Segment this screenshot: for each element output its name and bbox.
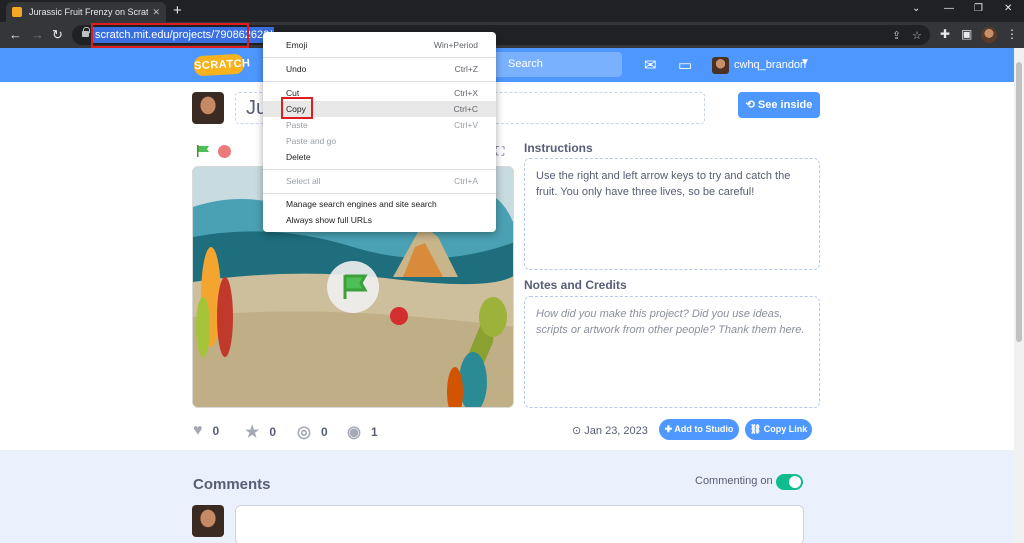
project-author-avatar[interactable] [192,92,224,124]
messages-icon[interactable]: ✉ [644,56,657,74]
menu-item-manage-search-engines[interactable]: Manage search engines and site search [263,196,496,212]
menu-separator [263,169,496,170]
menu-item-delete[interactable]: Delete [263,149,496,165]
views-stat: ◉ 1 [347,422,378,442]
menu-item-shortcut: Ctrl+X [454,88,478,98]
eye-icon: ◉ [347,424,361,441]
new-tab-icon[interactable]: + [173,2,182,19]
project-date: ⊙ Jan 23, 2023 [572,425,648,437]
menu-item-shortcut: Ctrl+V [454,120,478,130]
menu-kebab-icon[interactable]: ⋮ [1006,27,1018,41]
chevron-down-icon[interactable]: ▼ [800,57,810,68]
menu-item-label: Paste and go [286,136,337,146]
tab-title: Jurassic Fruit Frenzy on Scratch [29,7,149,17]
commenter-avatar [192,505,224,537]
url-highlight-box [91,23,249,48]
profile-avatar[interactable] [981,27,997,43]
menu-item-shortcut: Win+Period [433,40,478,50]
see-inside-label: See inside [757,99,813,111]
context-menu: Emoji Win+Period Undo Ctrl+Z Cut Ctrl+X … [263,32,496,232]
menu-item-undo[interactable]: Undo Ctrl+Z [263,61,496,77]
see-inside-button[interactable]: ⟲ See inside [738,92,820,118]
tab-strip: Jurassic Fruit Frenzy on Scratch ✕ + ⌄ —… [0,0,1024,22]
notes-textarea[interactable]: How did you make this project? Did you u… [524,296,820,408]
menu-separator [263,193,496,194]
browser-tab[interactable]: Jurassic Fruit Frenzy on Scratch ✕ [6,2,166,22]
menu-item-label: Always show full URLs [286,215,372,225]
menu-item-label: Manage search engines and site search [286,199,437,209]
username[interactable]: cwhq_brandon [734,59,806,71]
favorites-stat[interactable]: ★ 0 [245,422,276,442]
menu-item-shortcut: Ctrl+A [454,176,478,186]
views-count: 1 [370,425,378,439]
comment-input[interactable] [235,505,804,543]
menu-item-paste[interactable]: Paste Ctrl+V [263,117,496,133]
scratch-logo[interactable]: SCRATCH [193,53,251,77]
share-icon[interactable]: ⇪ [892,29,901,42]
menu-item-paste-and-go[interactable]: Paste and go [263,133,496,149]
copy-link-button[interactable]: ⛓ Copy Link [745,419,812,440]
comments-heading: Comments [193,476,271,493]
copy-link-label: Copy Link [763,424,808,434]
fullscreen-icon[interactable]: ⛶ [496,144,504,159]
scrollbar-thumb[interactable] [1016,62,1022,342]
loves-count: 0 [212,424,220,438]
close-tab-icon[interactable]: ✕ [152,7,160,18]
scratch-favicon-icon [12,7,22,17]
add-to-studio-label: Add to Studio [674,424,734,434]
forward-icon[interactable]: → [31,27,44,43]
close-window-icon[interactable]: ✕ [1004,3,1012,14]
side-panel-icon[interactable]: ▣ [961,27,972,41]
add-to-studio-button[interactable]: ✚ Add to Studio [659,419,739,440]
menu-separator [263,57,496,58]
tab-search-icon[interactable]: ⌄ [912,3,920,14]
my-stuff-folder-icon[interactable]: ▭ [678,56,692,74]
date-text: Jan 23, 2023 [584,425,648,437]
green-flag-icon[interactable] [196,145,210,157]
remixes-stat: ◎ 0 [297,422,328,442]
user-avatar[interactable] [712,57,729,74]
menu-item-show-full-urls[interactable]: Always show full URLs [263,212,496,228]
lock-icon[interactable] [82,27,90,37]
remix-spiral-icon: ◎ [297,424,311,441]
loves-stat[interactable]: ♥ 0 [193,422,219,440]
notes-heading: Notes and Credits [524,278,627,292]
menu-item-label: Undo [286,64,307,74]
menu-item-label: Emoji [286,40,308,50]
menu-item-label: Paste [286,120,308,130]
stop-icon[interactable] [218,145,231,158]
heart-icon[interactable]: ♥ [193,422,203,440]
commenting-toggle[interactable] [776,474,803,490]
star-icon[interactable]: ★ [245,422,259,442]
commenting-label: Commenting on [695,475,773,487]
instructions-heading: Instructions [524,141,593,155]
menu-item-shortcut: Ctrl+Z [454,64,478,74]
menu-item-select-all[interactable]: Select all Ctrl+A [263,173,496,189]
copy-highlight-box [281,97,313,119]
bookmark-star-icon[interactable]: ☆ [912,29,922,42]
menu-item-emoji[interactable]: Emoji Win+Period [263,37,496,53]
maximize-icon[interactable]: ❐ [974,3,983,14]
menu-item-shortcut: Ctrl+C [453,104,478,114]
extensions-icon[interactable]: ✚ [940,27,950,41]
favorites-count: 0 [269,425,277,439]
minimize-icon[interactable]: — [944,3,954,14]
back-icon[interactable]: ← [9,27,22,43]
menu-separator [263,81,496,82]
menu-item-label: Select all [286,176,321,186]
reload-icon[interactable]: ↻ [52,27,63,43]
instructions-textarea[interactable]: Use the right and left arrow keys to try… [524,158,820,270]
menu-item-label: Delete [286,152,311,162]
remixes-count: 0 [320,425,328,439]
